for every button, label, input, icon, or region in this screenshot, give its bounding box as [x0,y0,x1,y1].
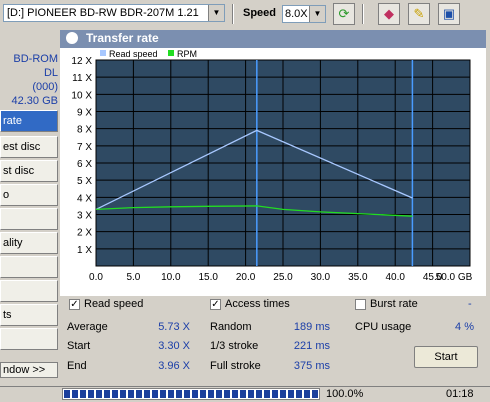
eraser-icon: ◆ [384,6,394,21]
x-tick-label: 25.0 [273,272,293,283]
x-tick-label: 40.0 [385,272,405,283]
options-button[interactable]: ✎ [408,3,430,25]
y-tick-label: 4 X [77,193,92,204]
toolbar-separator [362,4,364,24]
chevron-down-icon[interactable]: ▼ [208,5,224,21]
refresh-button[interactable]: ⟳ [333,3,355,25]
y-tick-label: 2 X [77,228,92,239]
speed-label: Speed [243,7,277,19]
read-speed-checkbox-label: Read speed [84,298,144,310]
average-label: Average [67,321,108,333]
progress-percent: 100.0% [326,388,364,400]
nav-item[interactable]: st disc [0,160,58,182]
nav-item[interactable]: ts [0,304,58,326]
random-label: Random [210,321,252,333]
speed-select-value: 8.0X [285,8,308,20]
x-tick-label: 10.0 [161,272,181,283]
save-button[interactable]: ▣ [438,3,460,25]
nav-item[interactable]: est disc [0,136,58,158]
chevron-down-icon[interactable]: ▼ [309,6,325,22]
refresh-icon: ⟳ [338,6,350,21]
y-tick-label: 3 X [77,211,92,222]
speed-select[interactable]: 8.0X ▼ [282,5,326,23]
nav-item[interactable] [0,256,58,278]
random-value: 189 ms [293,321,330,333]
y-tick-label: 7 X [77,142,92,153]
disc-code: (000) [32,81,58,93]
access-times-checkbox-label: Access times [225,298,290,310]
drive-select-value: [D:] PIONEER BD-RW BDR-207M 1.21 [7,7,199,19]
cpu-usage-label: CPU usage [355,321,412,333]
panel-title: Transfer rate [86,31,159,45]
legend-swatch [100,50,106,56]
full-stroke-value: 375 ms [293,360,330,372]
legend-label: Read speed [109,49,158,59]
y-tick-label: 1 X [77,245,92,256]
panel-title-bar: Transfer rate [60,30,486,48]
x-tick-label: 0.0 [89,272,103,283]
save-icon: ▣ [442,6,456,21]
x-tick-label: 30.0 [311,272,331,283]
third-stroke-label: 1/3 stroke [210,340,259,352]
burst-rate-checkbox-label: Burst rate [370,298,418,310]
burst-rate-value: - [468,298,472,310]
elapsed-time: 01:18 [446,388,474,400]
average-value: 5.73 X [158,321,190,333]
nav-item[interactable] [0,280,58,302]
burst-rate-checkbox[interactable] [355,299,366,310]
y-tick-label: 10 X [71,90,92,101]
nav-item[interactable] [0,328,58,350]
disc-type: BD-ROM DL [13,53,58,79]
start-value: 3.30 X [158,340,190,352]
y-tick-label: 11 X [72,73,92,84]
transfer-rate-chart: 1 X 2 X 3 X 4 X 5 X 6 X 7 X 8 X 9 X 10 X 11 X 12 X 0… [60,48,486,296]
x-tick-label: 35.0 [348,272,368,283]
erase-button[interactable]: ◆ [378,3,400,25]
access-times-checkbox[interactable]: ✓ [210,299,221,310]
toolbar-separator [232,4,234,24]
nav-item[interactable]: ality [0,232,58,254]
legend-swatch [168,50,174,56]
read-speed-checkbox[interactable]: ✓ [69,299,80,310]
x-tick-label: 50.0 GB [436,272,473,283]
options-icon: ✎ [413,6,425,21]
y-tick-label: 12 X [71,56,92,67]
y-tick-label: 8 X [77,125,92,136]
y-tick-label: 5 X [77,176,92,187]
x-tick-label: 15.0 [198,272,218,283]
disc-icon [66,32,78,44]
progress-fill [64,390,318,398]
progress-bar [62,388,320,400]
start-button[interactable]: Start [414,346,478,368]
cpu-usage-value: 4 % [455,321,474,333]
legend-label: RPM [177,49,197,59]
y-tick-label: 9 X [77,108,92,119]
x-tick-label: 5.0 [126,272,140,283]
nav-item[interactable] [0,208,58,230]
third-stroke-value: 221 ms [293,340,330,352]
window-link[interactable]: ndow >> [0,362,58,378]
nav-item[interactable]: rate [0,110,58,132]
nav-item[interactable]: o [0,184,58,206]
drive-select[interactable]: [D:] PIONEER BD-RW BDR-207M 1.21 ▼ [3,4,225,22]
full-stroke-label: Full stroke [210,360,261,372]
x-tick-label: 20.0 [236,272,256,283]
y-tick-label: 6 X [77,159,92,170]
start-label: Start [67,340,91,352]
disc-capacity: 42.30 GB [11,95,58,107]
end-label: End [67,360,87,372]
end-value: 3.96 X [158,360,190,372]
